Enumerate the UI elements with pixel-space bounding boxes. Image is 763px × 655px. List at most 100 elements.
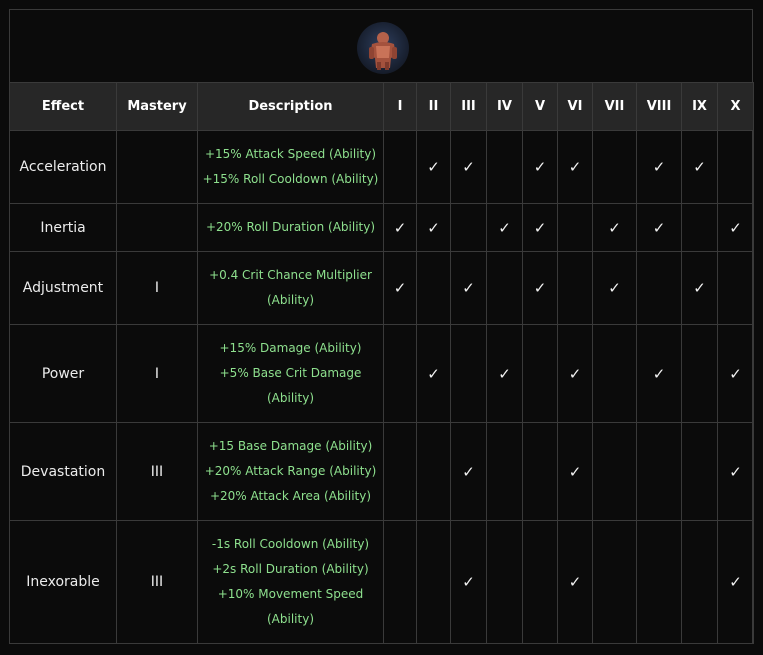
level-cell bbox=[383, 422, 417, 521]
level-cell bbox=[383, 324, 417, 423]
level-cell: ✓ bbox=[592, 251, 637, 325]
level-cell bbox=[450, 203, 487, 252]
description-cell: +15 Base Damage (Ability) +20% Attack Ran… bbox=[197, 422, 384, 521]
level-column-header: IX bbox=[681, 82, 718, 131]
checkmark-icon: ✓ bbox=[427, 364, 440, 383]
level-cell: ✓ bbox=[592, 203, 637, 252]
mastery-cell: I bbox=[116, 324, 198, 423]
level-cell: ✓ bbox=[450, 130, 487, 204]
checkmark-icon: ✓ bbox=[652, 364, 666, 383]
level-cell bbox=[636, 422, 682, 521]
level-cell bbox=[416, 520, 451, 644]
effects-table: Effect Mastery Description I II III IV V… bbox=[9, 82, 754, 644]
description-line: (Ability) bbox=[267, 391, 314, 405]
level-cell: ✓ bbox=[522, 203, 558, 252]
level-column-header: I bbox=[383, 82, 417, 131]
level-cell bbox=[592, 130, 637, 204]
description-line: +15% Attack Speed (Ability) bbox=[204, 147, 377, 161]
checkmark-icon: ✓ bbox=[729, 462, 742, 481]
level-column-header: IV bbox=[486, 82, 523, 131]
description-line: +15% Roll Cooldown (Ability) bbox=[202, 172, 379, 186]
table-row: Inertia +20% Roll Duration (Ability) ✓ ✓ ✓ ✓ ✓… bbox=[9, 203, 754, 252]
level-column-header: X bbox=[717, 82, 754, 131]
level-cell bbox=[592, 520, 637, 644]
mastery-cell: I bbox=[116, 251, 198, 325]
level-cell: ✓ bbox=[557, 324, 593, 423]
effect-cell: Acceleration bbox=[9, 130, 117, 204]
level-cell: ✓ bbox=[717, 422, 754, 521]
level-cell bbox=[681, 520, 718, 644]
level-cell bbox=[486, 251, 523, 325]
checkmark-icon: ✓ bbox=[533, 218, 547, 237]
checkmark-icon: ✓ bbox=[462, 279, 475, 297]
level-cell bbox=[383, 520, 417, 644]
level-cell bbox=[450, 324, 487, 423]
table-row: Acceleration +15% Attack Speed (Ability) +… bbox=[9, 130, 754, 204]
checkmark-icon: ✓ bbox=[729, 573, 742, 591]
description-line: +15 Base Damage (Ability) bbox=[208, 439, 373, 453]
checkmark-icon: ✓ bbox=[462, 462, 475, 481]
level-cell bbox=[592, 422, 637, 521]
checkmark-icon: ✓ bbox=[462, 158, 475, 176]
table-row: Adjustment I +0.4 Crit Chance Multiplier (A… bbox=[9, 251, 754, 325]
level-cell: ✓ bbox=[681, 130, 718, 204]
checkmark-icon: ✓ bbox=[427, 158, 440, 176]
effect-cell: Inexorable bbox=[9, 520, 117, 644]
description-column-header: Description bbox=[197, 82, 384, 131]
level-cell: ✓ bbox=[636, 130, 682, 204]
level-cell bbox=[486, 422, 523, 521]
level-cell: ✓ bbox=[636, 203, 682, 252]
checkmark-icon: ✓ bbox=[652, 158, 666, 176]
description-line: -1s Roll Cooldown (Ability) bbox=[211, 537, 370, 551]
level-column-header: III bbox=[450, 82, 487, 131]
level-cell: ✓ bbox=[681, 251, 718, 325]
checkmark-icon: ✓ bbox=[729, 218, 742, 237]
description-line: +5% Base Crit Damage bbox=[219, 366, 362, 380]
description-cell: +15% Attack Speed (Ability) +15% Roll Coo… bbox=[197, 130, 384, 204]
table-body: Acceleration +15% Attack Speed (Ability) +… bbox=[9, 130, 754, 644]
description-line: +0.4 Crit Chance Multiplier bbox=[209, 268, 372, 282]
effect-cell: Adjustment bbox=[9, 251, 117, 325]
level-cell: ✓ bbox=[450, 520, 487, 644]
table-row: Power I +15% Damage (Ability) +5% Base Crit… bbox=[9, 324, 754, 423]
description-cell: +0.4 Crit Chance Multiplier (Ability) bbox=[197, 251, 384, 325]
description-line: (Ability) bbox=[267, 612, 314, 626]
level-column-header: VIII bbox=[636, 82, 682, 131]
level-column-header: VII bbox=[592, 82, 637, 131]
checkmark-icon: ✓ bbox=[729, 364, 742, 383]
level-cell bbox=[717, 251, 754, 325]
level-cell: ✓ bbox=[486, 324, 523, 423]
checkmark-icon: ✓ bbox=[693, 279, 706, 297]
checkmark-icon: ✓ bbox=[608, 218, 621, 237]
level-cell bbox=[416, 422, 451, 521]
level-column-header: VI bbox=[557, 82, 593, 131]
checkmark-icon: ✓ bbox=[462, 573, 475, 591]
level-cell: ✓ bbox=[522, 130, 558, 204]
level-cell bbox=[522, 520, 558, 644]
checkmark-icon: ✓ bbox=[427, 218, 440, 237]
description-line: +20% Roll Duration (Ability) bbox=[205, 220, 376, 234]
level-cell: ✓ bbox=[416, 130, 451, 204]
table-header-row: Effect Mastery Description I II III IV V… bbox=[9, 82, 754, 131]
table-row: Inexorable III -1s Roll Cooldown (Ability)… bbox=[9, 520, 754, 644]
checkmark-icon: ✓ bbox=[568, 573, 582, 591]
header-banner bbox=[10, 10, 752, 83]
character-portrait-icon bbox=[357, 22, 409, 74]
level-cell: ✓ bbox=[383, 203, 417, 252]
checkmark-icon: ✓ bbox=[498, 218, 511, 237]
description-cell: -1s Roll Cooldown (Ability) +2s Roll Dura… bbox=[197, 520, 384, 644]
level-cell: ✓ bbox=[416, 203, 451, 252]
level-cell: ✓ bbox=[717, 520, 754, 644]
description-line: +10% Movement Speed bbox=[217, 587, 364, 601]
effects-table-panel: Effect Mastery Description I II III IV V… bbox=[9, 9, 754, 644]
table-row: Devastation III +15 Base Damage (Ability) +… bbox=[9, 422, 754, 521]
checkmark-icon: ✓ bbox=[498, 364, 511, 383]
description-line: +2s Roll Duration (Ability) bbox=[212, 562, 369, 576]
level-cell bbox=[486, 130, 523, 204]
level-cell bbox=[681, 203, 718, 252]
level-cell: ✓ bbox=[717, 324, 754, 423]
checkmark-icon: ✓ bbox=[533, 158, 547, 176]
level-cell bbox=[557, 203, 593, 252]
checkmark-icon: ✓ bbox=[693, 158, 706, 176]
description-cell: +20% Roll Duration (Ability) bbox=[197, 203, 384, 252]
